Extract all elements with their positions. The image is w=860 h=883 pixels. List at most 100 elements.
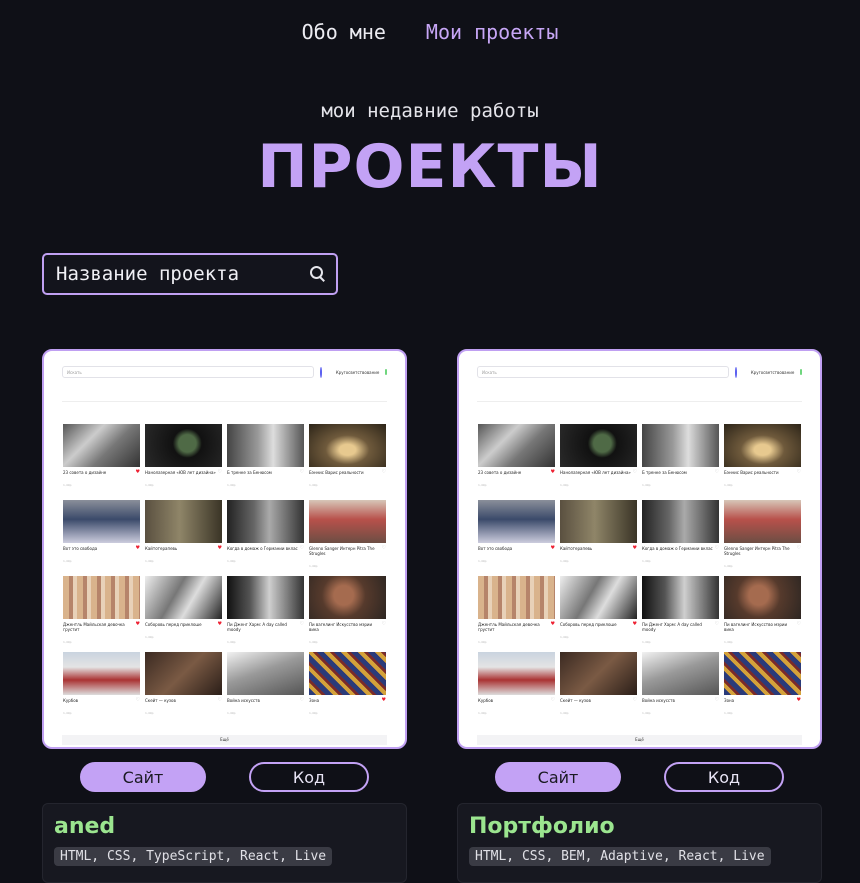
preview-thumbnail: [63, 652, 140, 695]
preview-tile: Нанолазерная «ЮВ лет дизайна» ♡ 1,49р: [145, 424, 222, 492]
code-button[interactable]: Код: [249, 762, 369, 792]
heart-icon: ♡: [632, 469, 637, 475]
heart-icon: ♥: [550, 621, 555, 627]
preview-tile: Вот это свобода ♥ 1,49р: [63, 500, 140, 568]
nav-link-projects[interactable]: Мои проекты: [426, 20, 558, 44]
preview-caption: Пи вагелинг Искусство мэрии вика: [309, 622, 373, 632]
preview-thumbnail: [478, 652, 555, 695]
project-search: [42, 253, 338, 295]
preview-meta: 1,49р: [227, 559, 236, 563]
preview-tile: Glenno Sanger Интерн Pitra The Strugles ♡…: [724, 500, 801, 568]
preview-caption: Зона: [724, 698, 735, 703]
preview-search-button: [320, 366, 322, 378]
site-button[interactable]: Сайт: [495, 762, 621, 792]
preview-thumbnail: [63, 500, 140, 543]
preview-meta: 1,49р: [724, 711, 733, 715]
preview-tile: Джентль Майльская девочка грустит ♥ 1,49р: [478, 576, 555, 644]
heart-icon: ♡: [714, 697, 719, 703]
preview-caption: Курбов: [63, 698, 79, 703]
preview-thumbnail: [227, 652, 304, 695]
preview-tile: Кайтотерапевь ♥ 1,49р: [560, 500, 637, 568]
preview-toolbar: Искать Кругосветствование: [62, 365, 387, 379]
preview-thumbnail: [642, 424, 719, 467]
preview-thumbnail: [63, 576, 140, 619]
site-button[interactable]: Сайт: [80, 762, 206, 792]
preview-meta: 1,49р: [227, 640, 236, 644]
preview-meta: 1,49р: [478, 711, 487, 715]
preview-toggle-label: Кругосветствование: [750, 369, 795, 375]
preview-caption: 23 совета о дизайне: [63, 470, 107, 475]
preview-tile: Пи Дженг Харм: A day called moody ♡ 1,49р: [642, 576, 719, 644]
project-tags: HTML, CSS, BEM, Adaptive, React, Live: [469, 847, 771, 866]
preview-tile: Пи вагелинг Искусство мэрии вика ♡ 1,49р: [724, 576, 801, 644]
preview-tile: Война искусств ♡ 1,49р: [227, 652, 304, 720]
preview-thumbnail: [478, 500, 555, 543]
project-preview[interactable]: Искать Кругосветствование 23 совета о ди…: [42, 349, 407, 749]
preview-tile: 23 совета о дизайне ♥ 1,49р: [63, 424, 140, 492]
code-button[interactable]: Код: [664, 762, 784, 792]
heart-icon: ♡: [714, 621, 719, 627]
preview-caption: Соборовь перед приклоше: [560, 622, 617, 627]
preview-caption: Джентль Майльская девочка грустит: [63, 622, 125, 632]
preview-thumbnail: [642, 576, 719, 619]
heart-icon: ♡: [135, 697, 140, 703]
preview-caption: Скейт — кузов: [560, 698, 591, 703]
preview-tile: Когда в домаж о Германии вклас ♡ 1,49р: [642, 500, 719, 568]
preview-toggle: [800, 369, 802, 375]
preview-toolbar: Искать Кругосветствование: [477, 365, 802, 379]
preview-grid: 23 совета о дизайне ♥ 1,49р Нанолазерная «…: [478, 424, 801, 720]
preview-thumbnail: [560, 424, 637, 467]
preview-meta: 1,49р: [642, 559, 651, 563]
preview-caption: Пи Дженг Харм: A day called moody: [642, 622, 702, 632]
heart-icon: ♥: [632, 545, 637, 551]
preview-footer: Ещё: [477, 735, 802, 745]
preview-thumbnail: [145, 652, 222, 695]
preview-thumbnail: [145, 500, 222, 543]
heart-icon: ♡: [632, 697, 637, 703]
preview-meta: 1,49р: [145, 483, 154, 487]
preview-toggle-label: Кругосветствование: [335, 369, 380, 375]
nav-link-about[interactable]: Обо мне: [302, 20, 386, 44]
preview-meta: 1,49р: [227, 483, 236, 487]
preview-footer: Ещё: [62, 735, 387, 745]
preview-caption: Зона: [309, 698, 320, 703]
heart-icon: ♡: [796, 469, 801, 475]
preview-caption: Glenno Sanger Интерн Pitra The Strugles: [309, 546, 375, 556]
top-nav: Обо мне Мои проекты: [0, 20, 860, 44]
preview-meta: 1,49р: [63, 483, 72, 487]
preview-caption: Джентль Майльская девочка грустит: [478, 622, 540, 632]
preview-caption: Б тренке за Бенюсом: [642, 470, 687, 475]
page-title: ПРОЕКТЫ: [257, 132, 603, 202]
preview-meta: 1,49р: [724, 640, 733, 644]
search-icon[interactable]: [310, 266, 326, 282]
preview-caption: Бэннис Варис реальности: [724, 470, 779, 475]
project-preview[interactable]: Искать Кругосветствование 23 совета о ди…: [457, 349, 822, 749]
project-info: Портфолио HTML, CSS, BEM, Adaptive, Reac…: [457, 803, 822, 883]
heart-icon: ♡: [796, 545, 801, 551]
heart-icon: ♥: [135, 545, 140, 551]
search-input[interactable]: [54, 262, 310, 286]
preview-thumbnail: [560, 500, 637, 543]
preview-meta: 1,49р: [560, 559, 569, 563]
preview-meta: 1,49р: [560, 635, 569, 639]
preview-caption: Бэннис Варис реальности: [309, 470, 364, 475]
project-tags: HTML, CSS, TypeScript, React, Live: [54, 847, 333, 866]
preview-thumbnail: [560, 576, 637, 619]
preview-tile: Нанолазерная «ЮВ лет дизайна» ♡ 1,49р: [560, 424, 637, 492]
preview-tile: Б тренке за Бенюсом ♡ 1,49р: [227, 424, 304, 492]
divider: [477, 401, 802, 402]
heart-icon: ♡: [381, 545, 386, 551]
preview-caption: Вот это свобода: [63, 546, 98, 551]
preview-caption: Нанолазерная «ЮВ лет дизайна»: [560, 470, 631, 475]
preview-toggle: [385, 369, 387, 375]
heart-icon: ♥: [796, 697, 801, 703]
preview-meta: 1,49р: [478, 559, 487, 563]
preview-caption: Скейт — кузов: [145, 698, 176, 703]
preview-thumbnail: [478, 424, 555, 467]
preview-meta: 1,49р: [560, 483, 569, 487]
preview-meta: 1,49р: [642, 640, 651, 644]
project-actions: Сайт Код: [42, 762, 407, 792]
preview-tile: Скейт — кузов ♡ 1,49р: [145, 652, 222, 720]
heart-icon: ♡: [381, 621, 386, 627]
preview-meta: 1,49р: [642, 711, 651, 715]
